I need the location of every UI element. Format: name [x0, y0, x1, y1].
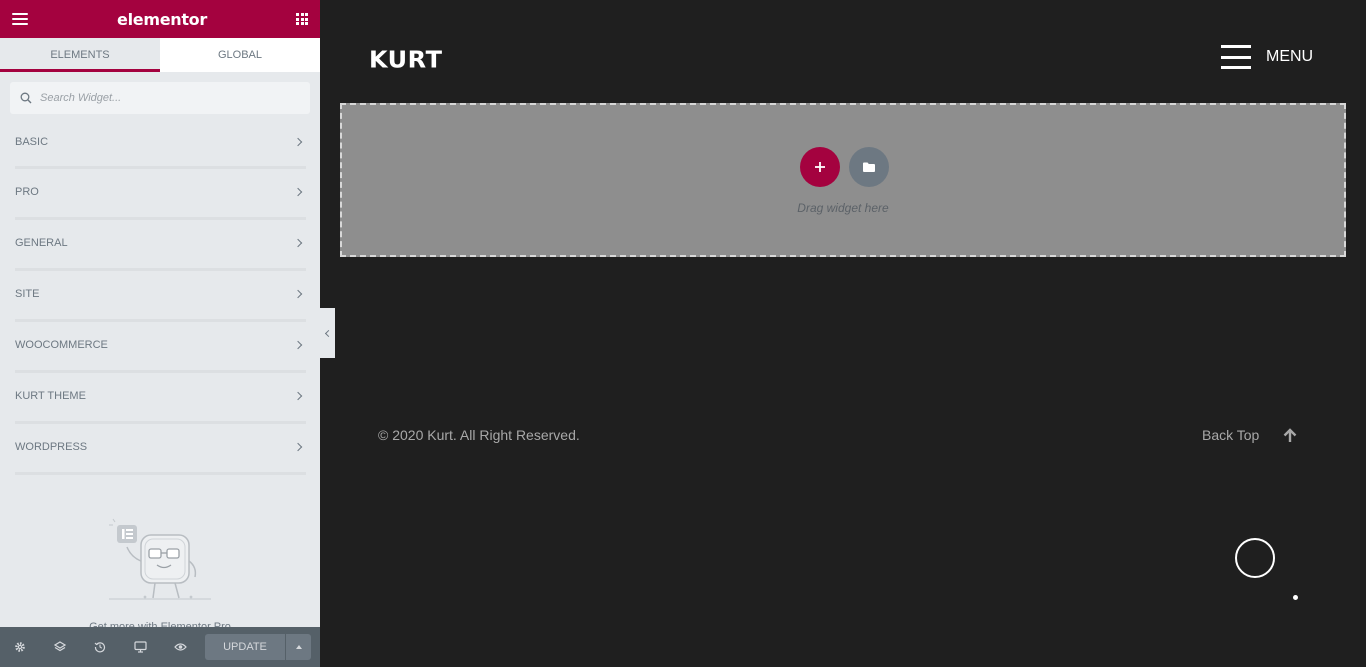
menu-label: MENU	[1266, 48, 1314, 65]
drag-widget-hint: Drag widget here	[797, 201, 889, 215]
history-icon[interactable]	[80, 627, 120, 667]
category-label: GENERAL	[15, 237, 68, 249]
editor-panel: elementor ELEMENTS GLOBAL BASIC PRO GENE…	[0, 0, 320, 667]
category-kurt-theme[interactable]: KURT THEME	[15, 373, 306, 424]
chevron-left-icon	[324, 329, 333, 337]
hamburger-menu-icon[interactable]	[12, 13, 28, 25]
menu-icon	[1221, 45, 1251, 69]
folder-icon	[863, 162, 875, 172]
search-box	[10, 82, 310, 114]
arrow-up-icon	[1283, 427, 1297, 442]
category-woocommerce[interactable]: WOOCOMMERCE	[15, 322, 306, 373]
custom-cursor-ring	[1235, 538, 1275, 578]
tab-global[interactable]: GLOBAL	[160, 38, 320, 72]
category-pro[interactable]: PRO	[15, 169, 306, 220]
add-section-button[interactable]	[800, 147, 840, 187]
tab-elements[interactable]: ELEMENTS	[0, 38, 160, 72]
category-label: SITE	[15, 288, 40, 300]
elementor-mascot-illustration	[109, 518, 211, 600]
copyright-text: © 2020 Kurt. All Right Reserved.	[378, 427, 580, 443]
category-basic[interactable]: BASIC	[15, 120, 306, 169]
update-button[interactable]: UPDATE	[205, 634, 285, 660]
site-logo[interactable]: KURT	[369, 47, 442, 74]
collapse-panel-toggle[interactable]	[320, 308, 335, 358]
search-widget-input[interactable]	[40, 92, 280, 104]
category-label: WOOCOMMERCE	[15, 339, 108, 351]
back-to-top-link[interactable]: Back Top	[1202, 427, 1297, 443]
category-label: PRO	[15, 186, 39, 198]
panel-tabs: ELEMENTS GLOBAL	[0, 38, 320, 72]
layers-icon[interactable]	[40, 627, 80, 667]
category-wordpress[interactable]: WORDPRESS	[15, 424, 306, 475]
category-label: BASIC	[15, 136, 49, 148]
elementor-logo: elementor	[117, 9, 207, 29]
pro-promo: Get more with Elementor Pro	[0, 515, 320, 633]
panel-header: elementor	[0, 0, 320, 38]
widgets-grid-icon[interactable]	[296, 13, 308, 25]
category-label: KURT THEME	[15, 390, 86, 402]
category-label: WORDPRESS	[15, 441, 88, 453]
category-general[interactable]: GENERAL	[15, 220, 306, 271]
chevron-right-icon	[293, 238, 303, 248]
menu-toggle[interactable]: MENU	[1221, 45, 1313, 69]
category-list: BASIC PRO GENERAL SITE WOOCOMMERCE KURT …	[0, 120, 320, 475]
plus-icon	[815, 162, 825, 172]
chevron-right-icon	[293, 187, 303, 197]
back-top-label: Back Top	[1202, 427, 1260, 443]
save-options-caret-icon[interactable]	[286, 634, 311, 660]
preview-icon[interactable]	[160, 627, 200, 667]
chevron-right-icon	[293, 391, 303, 401]
responsive-icon[interactable]	[120, 627, 160, 667]
chevron-right-icon	[293, 340, 303, 350]
category-site[interactable]: SITE	[15, 271, 306, 322]
chevron-right-icon	[293, 442, 303, 452]
search-icon	[20, 92, 32, 104]
empty-section-dropzone[interactable]: Drag widget here	[340, 103, 1346, 257]
panel-footer: UPDATE	[0, 627, 320, 667]
custom-cursor-dot	[1293, 595, 1298, 600]
chevron-right-icon	[293, 289, 303, 299]
settings-icon[interactable]	[0, 627, 40, 667]
chevron-right-icon	[293, 137, 303, 147]
add-template-button[interactable]	[849, 147, 889, 187]
